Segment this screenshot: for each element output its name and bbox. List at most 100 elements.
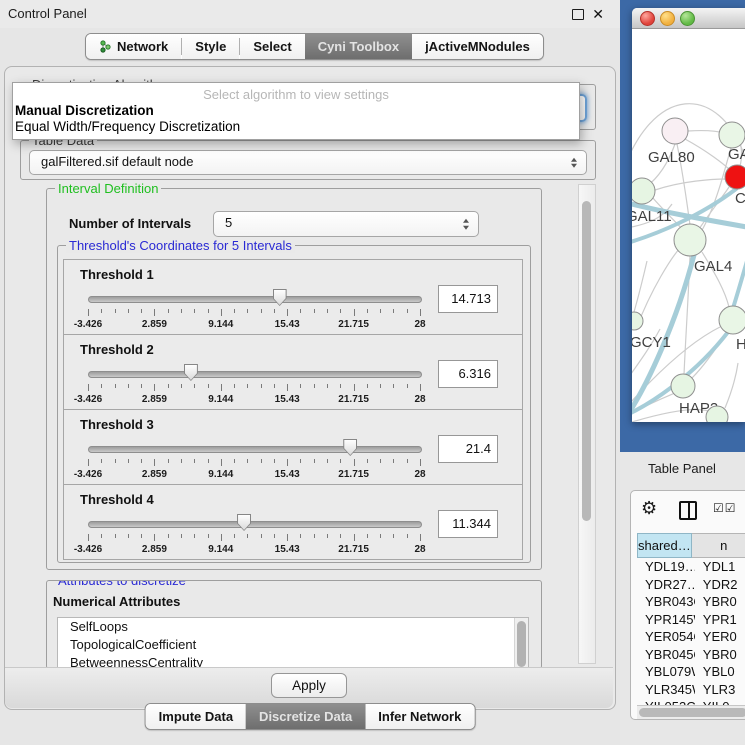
apply-button[interactable]: Apply <box>271 673 347 698</box>
bottom-tab-infer-network[interactable]: Infer Network <box>365 704 474 729</box>
table-horizontal-scrollbar[interactable] <box>637 705 745 719</box>
table-cell: YBR0 <box>695 646 745 664</box>
node-table: shared… n YDL19…YDL1YDR27…YDR2YBR043CYBR… <box>637 533 745 719</box>
table-cell: YPR145W <box>637 611 695 629</box>
float-window-icon[interactable] <box>572 9 584 20</box>
table-data-combobox[interactable]: galFiltered.sif default node <box>29 150 587 175</box>
tab-label: Cyni Toolbox <box>318 39 399 54</box>
zoom-traffic-light-icon[interactable] <box>680 11 695 26</box>
table-row[interactable]: YPR145WYPR1 <box>637 611 745 629</box>
network-view-window: GAL80GACGAL11GAL4GCY1HHAP2 <box>632 8 745 422</box>
table-cell: YBR045C <box>637 646 695 664</box>
tab-label: Network <box>117 39 168 54</box>
table-data-combobox-value: galFiltered.sif default node <box>41 151 193 173</box>
threshold-row: Threshold 3-3.4262.8599.14415.4321.71528… <box>63 409 523 485</box>
network-node-label: C <box>735 190 745 207</box>
bottom-tab-impute-data[interactable]: Impute Data <box>146 704 246 729</box>
settings-scrollbar-thumb[interactable] <box>582 201 591 521</box>
number-of-intervals-combobox[interactable]: 5 <box>213 211 479 237</box>
network-edge <box>634 261 647 312</box>
apply-bar: Apply <box>5 667 613 708</box>
gear-icon[interactable]: ⚙ <box>641 498 657 519</box>
slider-tick-labels: -3.4262.8599.14415.4321.71528 <box>88 469 420 481</box>
table-panel-box: ⚙ ☑☑ shared… n YDL19…YDL1YDR27…YDR2YBR04… <box>630 490 745 720</box>
slider-thumb[interactable] <box>273 289 287 306</box>
column-header-shared-name[interactable]: shared… <box>637 533 692 558</box>
table-header-row: shared… n <box>637 533 745 558</box>
close-icon[interactable]: ✕ <box>592 5 604 23</box>
tab-cyni-toolbox[interactable]: Cyni Toolbox <box>305 34 412 59</box>
table-row[interactable]: YBR043CYBR0 <box>637 593 745 611</box>
threshold-value-field[interactable]: 6.316 <box>438 360 498 388</box>
attributes-scrollbar[interactable] <box>514 618 528 669</box>
minimize-traffic-light-icon[interactable] <box>660 11 675 26</box>
table-data-group: Table Data galFiltered.sif default node <box>20 140 596 180</box>
tab-label: Infer Network <box>378 709 461 724</box>
close-traffic-light-icon[interactable] <box>640 11 655 26</box>
table-row[interactable]: YBL079WYBL0 <box>637 663 745 681</box>
columns-icon[interactable] <box>679 501 697 520</box>
table-cell: YDR27… <box>637 576 695 594</box>
threshold-slider[interactable]: -3.4262.8599.14415.4321.71528 <box>88 363 420 407</box>
threshold-label: Threshold 1 <box>80 267 154 282</box>
tab-network[interactable]: Network <box>86 34 181 59</box>
tab-label: Impute Data <box>159 709 233 724</box>
network-canvas[interactable]: GAL80GACGAL11GAL4GCY1HHAP2 <box>632 29 745 422</box>
slider-track[interactable] <box>88 446 422 453</box>
column-header-name[interactable]: n <box>692 533 745 558</box>
tab-select[interactable]: Select <box>240 34 304 59</box>
network-edge <box>655 179 727 190</box>
threshold-slider[interactable]: -3.4262.8599.14415.4321.71528 <box>88 513 420 557</box>
slider-track[interactable] <box>88 371 422 378</box>
table-cell: YLR3 <box>695 681 745 699</box>
slider-ticks <box>88 384 420 392</box>
table-row[interactable]: YDR27…YDR2 <box>637 576 745 594</box>
tab-label: Select <box>253 39 291 54</box>
slider-thumb[interactable] <box>343 439 357 456</box>
slider-tick-labels: -3.4262.8599.14415.4321.71528 <box>88 394 420 406</box>
table-row[interactable]: YLR345WYLR3 <box>637 681 745 699</box>
checkbox-icons[interactable]: ☑☑ <box>713 501 737 515</box>
network-edge <box>725 363 738 408</box>
network-node[interactable] <box>671 374 695 398</box>
table-row[interactable]: YDL19…YDL1 <box>637 558 745 576</box>
threshold-slider[interactable]: -3.4262.8599.14415.4321.71528 <box>88 288 420 332</box>
tab-style[interactable]: Style <box>182 34 239 59</box>
numerical-attributes-label: Numerical Attributes <box>53 594 180 609</box>
network-node[interactable] <box>725 165 745 189</box>
table-row[interactable]: YBR045CYBR0 <box>637 646 745 664</box>
attribute-list-item[interactable]: TopologicalCoefficient <box>58 636 528 654</box>
slider-tick-labels: -3.4262.8599.14415.4321.71528 <box>88 544 420 556</box>
table-cell: YLR345W <box>637 681 695 699</box>
slider-track[interactable] <box>88 296 422 303</box>
table-cell: YBL0 <box>695 663 745 681</box>
control-panel-tabbar: Network Style Select Cyni Toolbox jActiveMNo… <box>85 33 544 60</box>
table-hscroll-thumb[interactable] <box>639 708 745 717</box>
network-node[interactable] <box>674 224 706 256</box>
tab-jactivemnodules[interactable]: jActiveMNodules <box>412 34 543 59</box>
threshold-value-field[interactable]: 11.344 <box>438 510 498 538</box>
slider-thumb[interactable] <box>184 364 198 381</box>
slider-ticks <box>88 309 420 317</box>
table-cell: YBL079W <box>637 663 695 681</box>
threshold-value-field[interactable]: 14.713 <box>438 285 498 313</box>
table-panel: Table Panel ⚙ ☑☑ shared… n YDL19…YDL1YDR… <box>620 452 745 745</box>
threshold-value-field[interactable]: 21.4 <box>438 435 498 463</box>
table-body: YDL19…YDL1YDR27…YDR2YBR043CYBR0YPR145WYP… <box>637 558 745 707</box>
network-edge <box>688 131 724 133</box>
settings-scrollbar[interactable] <box>578 184 596 664</box>
network-node[interactable] <box>719 122 745 148</box>
interval-definition-group: Interval Definition Number of Intervals … <box>46 188 542 570</box>
slider-thumb[interactable] <box>237 514 251 531</box>
attribute-list-item[interactable]: SelfLoops <box>58 618 528 636</box>
algorithm-option-manual[interactable]: Manual Discretization <box>13 103 579 119</box>
network-node[interactable] <box>632 178 655 204</box>
threshold-slider[interactable]: -3.4262.8599.14415.4321.71528 <box>88 438 420 482</box>
slider-ticks <box>88 534 420 542</box>
algorithm-option-equal-width[interactable]: Equal Width/Frequency Discretization <box>13 119 579 135</box>
bottom-tab-discretize-data[interactable]: Discretize Data <box>246 704 365 729</box>
table-row[interactable]: YER054CYER0 <box>637 628 745 646</box>
network-node[interactable] <box>662 118 688 144</box>
network-node[interactable] <box>719 306 745 334</box>
slider-track[interactable] <box>88 521 422 528</box>
